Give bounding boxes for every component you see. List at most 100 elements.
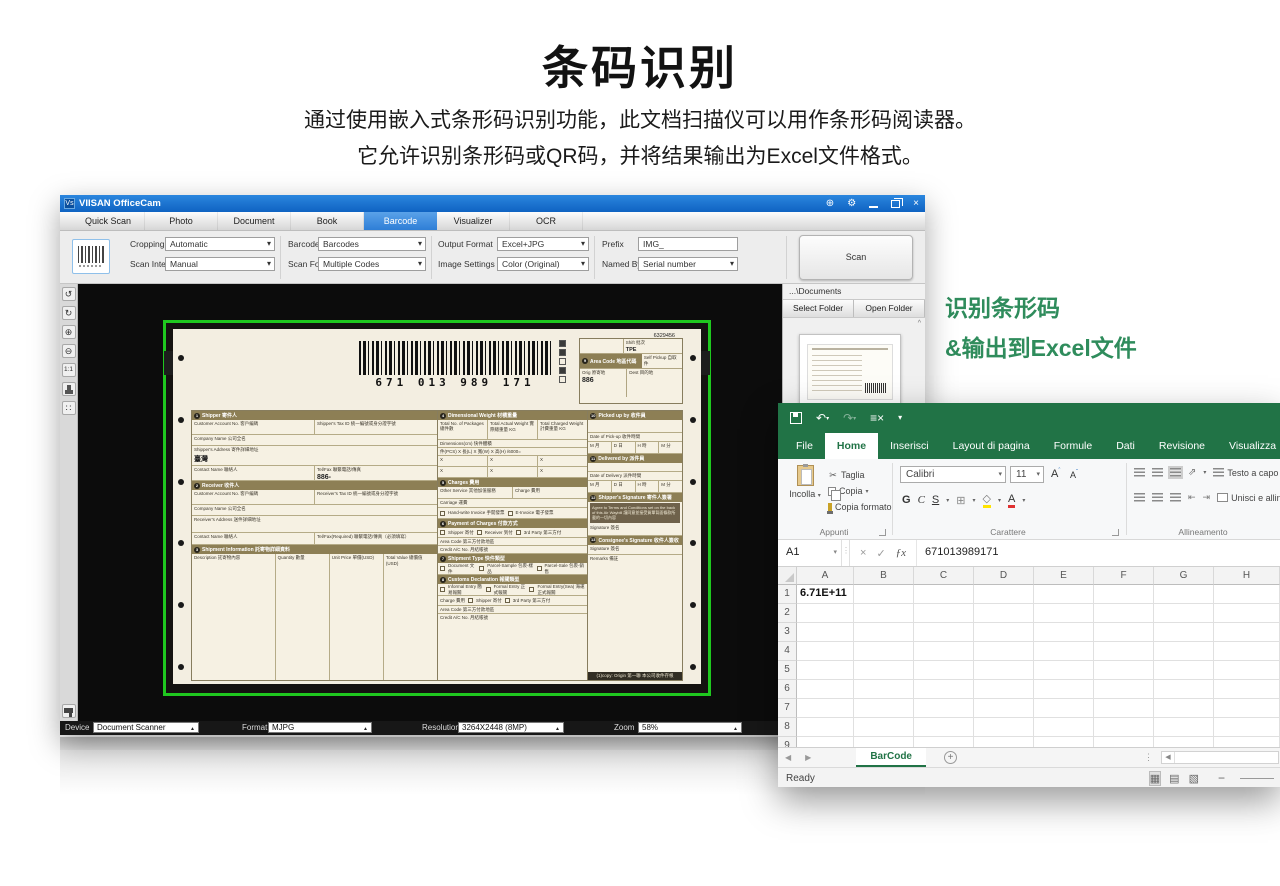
named-by-dropdown[interactable]: Serial number: [638, 257, 738, 271]
tab-file[interactable]: File: [784, 433, 825, 459]
thumbnail-item[interactable]: [799, 334, 901, 414]
grid-cell[interactable]: [797, 661, 854, 680]
tab-ocr[interactable]: OCR: [510, 212, 583, 230]
grid-cell[interactable]: [797, 699, 854, 718]
minimize-icon[interactable]: [869, 205, 879, 208]
grid-cell[interactable]: [854, 661, 914, 680]
grid-cell[interactable]: [974, 604, 1034, 623]
scroll-left-icon[interactable]: ◀: [1162, 752, 1175, 763]
save-icon[interactable]: [790, 411, 802, 424]
align-right-icon[interactable]: [1170, 493, 1181, 502]
grid-cell[interactable]: [797, 642, 854, 661]
scan-button[interactable]: Scan: [799, 235, 913, 280]
grid-cell[interactable]: [854, 585, 914, 604]
undo-icon[interactable]: ↶▾: [816, 412, 829, 424]
tab-document[interactable]: Document: [218, 212, 291, 230]
page-break-view-icon[interactable]: ▧: [1189, 772, 1199, 785]
grid-row-header[interactable]: 3: [778, 623, 797, 642]
align-top-icon[interactable]: [1134, 468, 1145, 477]
tab-revisione[interactable]: Revisione: [1147, 433, 1217, 459]
grid-row-header[interactable]: 2: [778, 604, 797, 623]
grid-col-header[interactable]: D: [974, 567, 1034, 585]
barcode-dropdown[interactable]: Barcodes: [318, 237, 426, 251]
grid-cell[interactable]: [854, 623, 914, 642]
sheet-next-icon[interactable]: ▶: [798, 753, 818, 762]
rotate-left-icon[interactable]: ↺: [61, 287, 76, 301]
grid-cell[interactable]: [1094, 680, 1154, 699]
align-bottom-icon[interactable]: [1168, 466, 1183, 479]
zoom-slider[interactable]: [1240, 777, 1274, 779]
scroll-up-icon[interactable]: ^: [918, 320, 921, 327]
close-icon[interactable]: ×: [913, 195, 919, 212]
customize-qat-icon[interactable]: ▾: [898, 413, 902, 422]
tab-dati[interactable]: Dati: [1104, 433, 1147, 459]
tab-inserisci[interactable]: Inserisci: [878, 433, 941, 459]
format-painter-button[interactable]: Copia formato: [827, 499, 892, 515]
grid-cell[interactable]: [1154, 642, 1214, 661]
insert-function-icon[interactable]: ƒx: [896, 547, 906, 559]
grid-cell[interactable]: [1214, 623, 1280, 642]
name-box[interactable]: A1: [778, 540, 842, 566]
tab-home[interactable]: Home: [824, 433, 879, 459]
align-left-icon[interactable]: [1134, 493, 1145, 502]
grid-cell[interactable]: [797, 680, 854, 699]
actual-size-button[interactable]: 1:1: [61, 363, 76, 377]
cancel-entry-icon[interactable]: ×: [860, 547, 866, 559]
fit-view-icon[interactable]: ∷: [61, 401, 76, 415]
italic-button[interactable]: C: [918, 494, 925, 506]
grid-col-header[interactable]: F: [1094, 567, 1154, 585]
grid-cell[interactable]: [1034, 585, 1094, 604]
grid-cell[interactable]: [974, 680, 1034, 699]
grid-cell[interactable]: [914, 585, 974, 604]
formula-input[interactable]: 671013989171: [917, 540, 1280, 566]
scanner-device-icon[interactable]: [61, 704, 76, 718]
grid-cell[interactable]: [1034, 680, 1094, 699]
tab-layout[interactable]: Layout di pagina: [941, 433, 1042, 459]
prefix-input[interactable]: IMG_: [638, 237, 738, 251]
sheet-tab-barcode[interactable]: BarCode: [856, 748, 926, 767]
tab-book[interactable]: Book: [291, 212, 364, 230]
format-dropdown[interactable]: MJPG: [268, 722, 372, 733]
grid-cell[interactable]: [914, 642, 974, 661]
grid-cell[interactable]: [1214, 680, 1280, 699]
paste-button[interactable]: Incolla ▾: [786, 464, 824, 499]
shrink-font-icon[interactable]: Aˇ: [1070, 470, 1078, 480]
stamp-icon[interactable]: [61, 382, 76, 396]
grid-cell[interactable]: [914, 737, 974, 747]
grid-cell[interactable]: [854, 718, 914, 737]
grid-cell[interactable]: [854, 737, 914, 747]
tab-photo[interactable]: Photo: [145, 212, 218, 230]
grid-col-header[interactable]: C: [914, 567, 974, 585]
zoom-out-slider-icon[interactable]: −: [1218, 771, 1225, 785]
grid-cell[interactable]: [1034, 699, 1094, 718]
copy-button[interactable]: Copia ▾: [828, 483, 892, 501]
rotate-right-icon[interactable]: ↻: [61, 306, 76, 320]
orientation-icon[interactable]: ⇗: [1188, 467, 1196, 478]
grid-row-header[interactable]: 1: [778, 585, 797, 604]
grid-cell[interactable]: [974, 737, 1034, 747]
increase-indent-icon[interactable]: ⇥: [1203, 492, 1211, 503]
grid-cell[interactable]: 6.71E+11: [797, 585, 854, 604]
grid-cell[interactable]: [1094, 661, 1154, 680]
grid-cell[interactable]: [914, 680, 974, 699]
grid-cell[interactable]: [797, 623, 854, 642]
grid-cell[interactable]: [914, 604, 974, 623]
grid-cell[interactable]: [1094, 737, 1154, 747]
grid-cell[interactable]: [854, 699, 914, 718]
grid-cell[interactable]: [974, 623, 1034, 642]
grid-row-header[interactable]: 6: [778, 680, 797, 699]
cropping-dropdown[interactable]: Automatic: [165, 237, 275, 251]
grid-row-header[interactable]: 4: [778, 642, 797, 661]
grid-row-header[interactable]: 9: [778, 737, 797, 747]
preview-canvas[interactable]: 6329456 671 013 989 171 Shift 批次 TPE 9 A…: [78, 284, 782, 721]
grid-cell[interactable]: [1094, 718, 1154, 737]
grid-cell[interactable]: [1154, 604, 1214, 623]
grid-col-header[interactable]: A: [797, 567, 854, 585]
sheet-prev-icon[interactable]: ◀: [778, 753, 798, 762]
grid-cell[interactable]: [914, 661, 974, 680]
redo-icon[interactable]: ↷▾: [843, 412, 856, 424]
grid-cell[interactable]: [1154, 623, 1214, 642]
image-settings-dropdown[interactable]: Color (Original): [497, 257, 589, 271]
grid-cell[interactable]: [1094, 585, 1154, 604]
zoom-in-icon[interactable]: ⊕: [61, 325, 76, 339]
